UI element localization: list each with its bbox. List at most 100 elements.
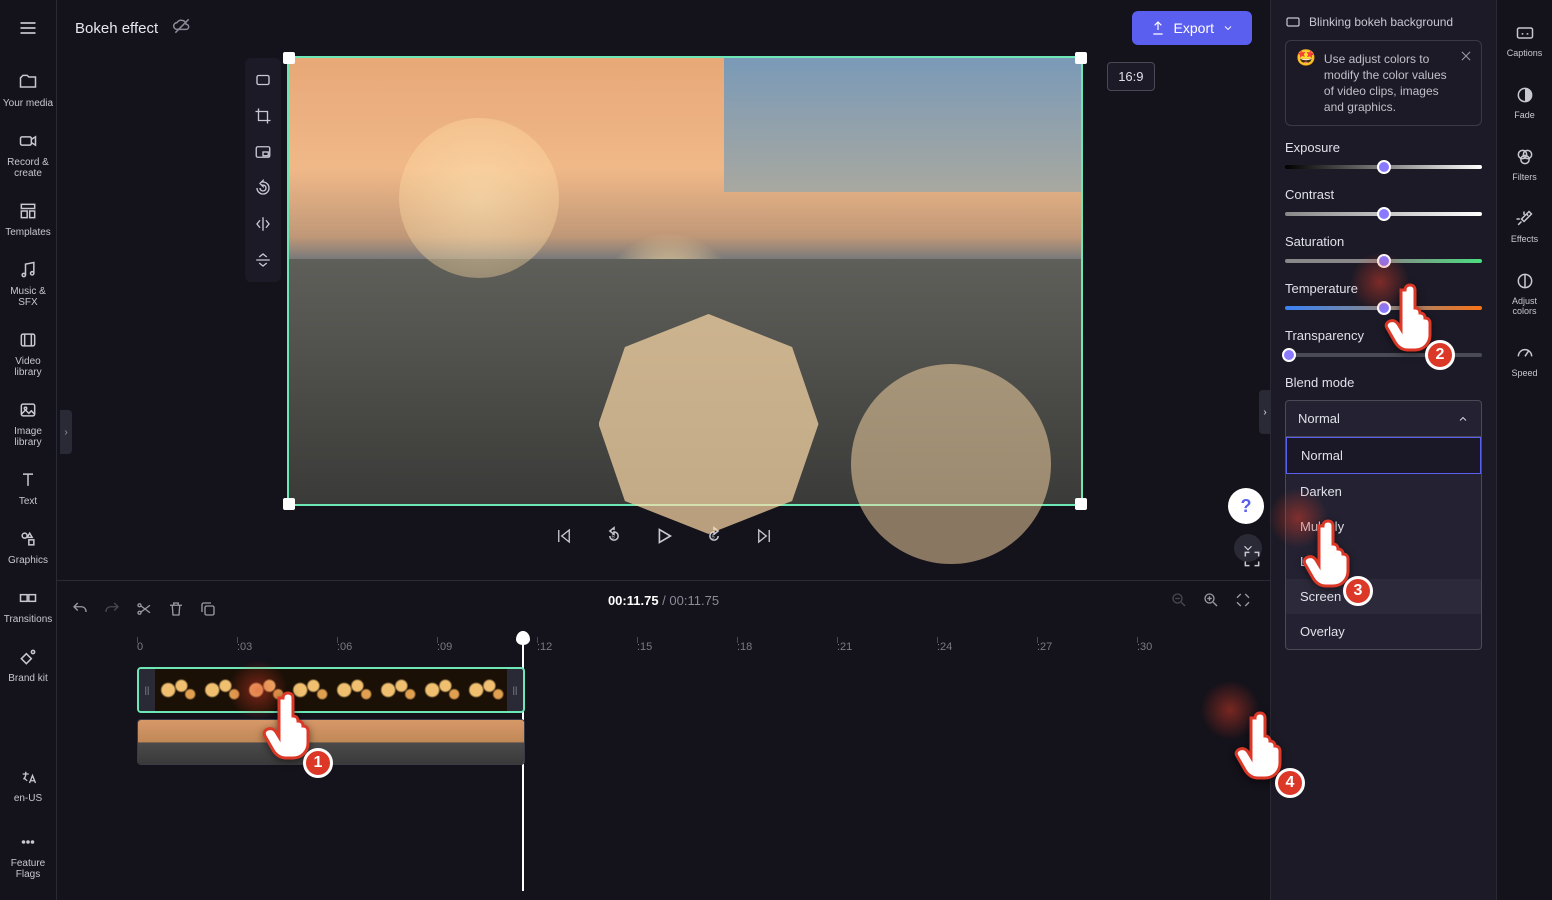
expand-media-panel-button[interactable]: › — [60, 410, 72, 454]
nav-label: Record & create — [2, 157, 54, 179]
export-button[interactable]: Export — [1132, 11, 1252, 45]
clip-handle-right[interactable]: || — [507, 669, 523, 711]
effects-tab[interactable]: Effects — [1509, 198, 1540, 254]
saturation-slider[interactable] — [1285, 259, 1482, 263]
ruler-tick: :12 — [537, 641, 637, 653]
preview-canvas[interactable] — [287, 56, 1083, 506]
nav-image-library[interactable]: Image library — [0, 388, 56, 458]
fade-icon — [1514, 84, 1536, 106]
fade-tab[interactable]: Fade — [1512, 74, 1538, 130]
track-bokeh-clip[interactable]: || || — [137, 667, 525, 713]
filters-icon — [1514, 146, 1536, 168]
track-sunset-clip[interactable] — [137, 719, 525, 765]
speed-icon — [1514, 342, 1536, 364]
fit-tool[interactable] — [251, 68, 275, 92]
close-tip-button[interactable] — [1459, 49, 1473, 67]
project-title[interactable]: Bokeh effect — [75, 20, 158, 37]
duplicate-button[interactable] — [199, 600, 217, 618]
tip-emoji-icon: 🤩 — [1296, 51, 1316, 115]
aspect-ratio-button[interactable]: 16:9 — [1107, 62, 1154, 91]
timeline-ruler[interactable]: 0:03:06:09:12:15:18:21:24:27:30 — [57, 627, 1270, 659]
nav-brand-kit[interactable]: Brand kit — [6, 635, 49, 694]
folder-icon — [16, 70, 40, 94]
pip-tool[interactable] — [251, 140, 275, 164]
main-area: Bokeh effect Export — [57, 0, 1270, 900]
blend-mode-options: NormalDarkenMultiplyLightenScreenOverlay — [1286, 436, 1481, 649]
contrast-slider[interactable] — [1285, 212, 1482, 216]
ruler-tick: :18 — [737, 641, 837, 653]
locale-button[interactable]: en-US — [12, 755, 44, 814]
feature-flags-button[interactable]: Feature Flags — [0, 820, 56, 890]
filters-tab[interactable]: Filters — [1510, 136, 1539, 192]
shapes-icon — [16, 527, 40, 551]
adjust-colors-tab[interactable]: Adjust colors — [1497, 260, 1552, 326]
blend-mode-select[interactable]: Normal — [1286, 401, 1481, 436]
saturation-label: Saturation — [1285, 234, 1482, 249]
zoom-out-button[interactable] — [1170, 591, 1188, 614]
nav-record-create[interactable]: Record & create — [0, 119, 56, 189]
contrast-label: Contrast — [1285, 187, 1482, 202]
blend-mode-dropdown: Normal NormalDarkenMultiplyLightenScreen… — [1285, 400, 1482, 650]
current-time: 00:11.75 — [608, 593, 659, 608]
nav-graphics[interactable]: Graphics — [6, 517, 50, 576]
resize-handle-bl[interactable] — [283, 498, 295, 510]
blend-option-normal[interactable]: Normal — [1286, 437, 1481, 474]
nav-music[interactable]: Music & SFX — [0, 248, 56, 318]
right-toolbar: Captions Fade Filters Effects Adjust col… — [1496, 0, 1552, 900]
nav-video-library[interactable]: Video library — [0, 318, 56, 388]
timecode: 00:11.75 / 00:11.75 — [608, 593, 719, 608]
delete-button[interactable] — [167, 600, 185, 618]
exposure-slider[interactable] — [1285, 165, 1482, 169]
resize-handle-tr[interactable] — [1075, 52, 1087, 64]
preview-zone: 16:9 5 5 ? — [57, 56, 1270, 580]
export-label: Export — [1174, 20, 1214, 36]
exposure-label: Exposure — [1285, 140, 1482, 155]
text-icon — [16, 468, 40, 492]
collapse-panel-button[interactable]: › — [1259, 390, 1271, 434]
cloud-sync-icon[interactable] — [172, 16, 192, 41]
blend-option-darken[interactable]: Darken — [1286, 474, 1481, 509]
rotate-tool[interactable] — [251, 176, 275, 200]
help-button[interactable]: ? — [1228, 488, 1264, 524]
speed-tab[interactable]: Speed — [1509, 332, 1539, 388]
ruler-tick: :21 — [837, 641, 937, 653]
properties-panel: › Blinking bokeh background 🤩 Use adjust… — [1270, 0, 1496, 900]
crop-tool[interactable] — [251, 104, 275, 128]
temperature-slider[interactable] — [1285, 306, 1482, 310]
nav-transitions[interactable]: Transitions — [2, 576, 55, 635]
locale-icon — [16, 765, 40, 789]
zoom-in-button[interactable] — [1202, 591, 1220, 614]
flip-h-tool[interactable] — [251, 212, 275, 236]
blend-option-overlay[interactable]: Overlay — [1286, 614, 1481, 649]
undo-button[interactable] — [71, 600, 89, 618]
redo-button[interactable] — [103, 600, 121, 618]
transparency-slider[interactable] — [1285, 353, 1482, 357]
clip-handle-left[interactable]: || — [139, 669, 155, 711]
captions-tab[interactable]: Captions — [1505, 12, 1545, 68]
menu-button[interactable] — [8, 8, 48, 48]
total-time: 00:11.75 — [669, 593, 719, 608]
blend-option-lighten[interactable]: Lighten — [1286, 544, 1481, 579]
play-button[interactable] — [650, 522, 678, 550]
resize-handle-br[interactable] — [1075, 498, 1087, 510]
nav-label: Templates — [5, 227, 51, 238]
chevron-up-icon — [1457, 413, 1469, 425]
skip-forward-button[interactable] — [750, 522, 778, 550]
upload-icon — [1150, 20, 1166, 36]
resize-handle-tl[interactable] — [283, 52, 295, 64]
sparkle-icon — [1513, 208, 1535, 230]
zoom-fit-button[interactable] — [1234, 591, 1252, 614]
split-button[interactable] — [135, 600, 153, 618]
nav-templates[interactable]: Templates — [3, 189, 53, 248]
fullscreen-button[interactable] — [1242, 549, 1262, 574]
nav-text[interactable]: Text — [14, 458, 42, 517]
nav-your-media[interactable]: Your media — [1, 60, 55, 119]
ruler-tick: :06 — [337, 641, 437, 653]
playback-controls: 5 5 — [550, 516, 778, 556]
rewind-5-button[interactable]: 5 — [600, 522, 628, 550]
temperature-label: Temperature — [1285, 281, 1482, 296]
blend-option-multiply[interactable]: Multiply — [1286, 509, 1481, 544]
flip-v-tool[interactable] — [251, 248, 275, 272]
skip-back-button[interactable] — [550, 522, 578, 550]
blend-option-screen[interactable]: Screen — [1286, 579, 1481, 614]
